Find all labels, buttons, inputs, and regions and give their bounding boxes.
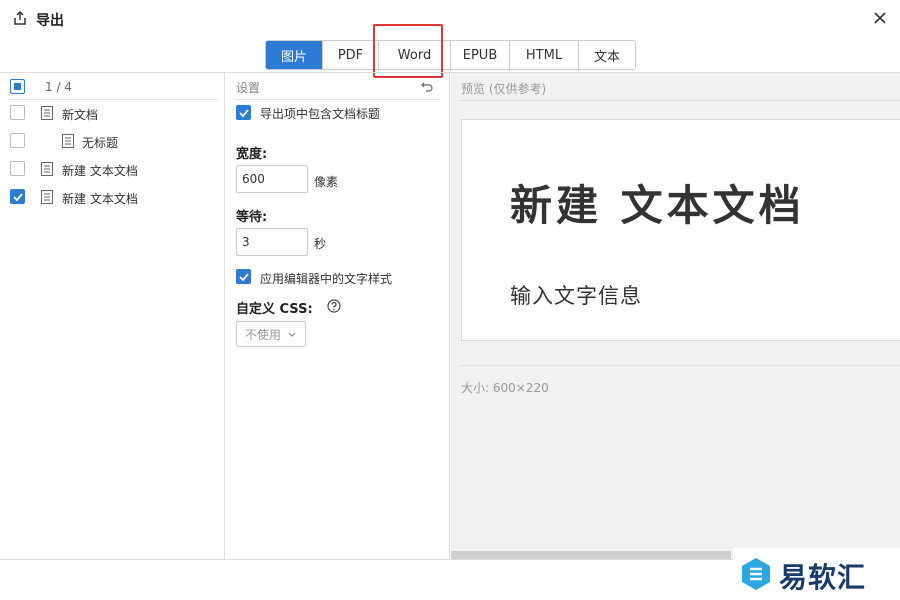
editor-style-checkbox[interactable] [236, 269, 251, 284]
format-tabs: 图片 PDF Word EPUB HTML 文本 [265, 40, 636, 70]
help-icon[interactable] [327, 299, 341, 313]
dialog-title: 导出 [36, 13, 64, 29]
brand-logo-icon [742, 558, 770, 590]
tab-text[interactable]: 文本 [579, 41, 635, 69]
list-item[interactable]: 新建 文本文档 [0, 186, 220, 208]
settings-divider [236, 99, 441, 100]
custom-css-label: 自定义 CSS: [236, 302, 313, 317]
tab-pdf[interactable]: PDF [323, 41, 379, 69]
document-icon [41, 190, 53, 204]
preview-panel: 预览 (仅供参考) 新建 文本文档 输入文字信息 大小: 600×220 [451, 73, 900, 559]
preview-divider [459, 365, 900, 366]
item-label: 无标题 [82, 136, 119, 150]
item-checkbox[interactable] [10, 189, 25, 204]
include-title-checkbox[interactable] [236, 105, 251, 120]
custom-css-value: 不使用 [245, 327, 282, 342]
item-label: 新建 文本文档 [62, 192, 138, 206]
wait-label: 等待: [236, 210, 268, 225]
reset-icon[interactable] [420, 80, 434, 94]
close-icon[interactable] [871, 9, 889, 27]
check-icon [13, 193, 23, 202]
check-icon [239, 109, 249, 118]
document-icon [41, 162, 53, 176]
preview-size: 大小: 600×220 [461, 381, 549, 395]
width-input[interactable] [236, 165, 308, 193]
tab-epub[interactable]: EPUB [451, 41, 510, 69]
select-all-checkbox[interactable] [10, 79, 25, 94]
item-checkbox[interactable] [10, 161, 25, 176]
custom-css-select[interactable]: 不使用 [236, 321, 306, 347]
list-divider [8, 99, 218, 100]
item-checkbox[interactable] [10, 105, 25, 120]
wait-input[interactable] [236, 228, 308, 256]
item-checkbox[interactable] [10, 133, 25, 148]
settings-panel: 设置 导出项中包含文档标题 宽度: 像素 等待: 秒 应用编辑器中的文字样式 自… [226, 73, 450, 559]
dialog-header: 导出 [0, 0, 900, 36]
export-icon [14, 10, 26, 25]
watermark-text: 易软汇 [779, 561, 867, 594]
select-all-row: 1 / 4 [0, 76, 220, 98]
include-title-label: 导出项中包含文档标题 [260, 107, 381, 121]
list-item[interactable]: 无标题 [0, 130, 220, 152]
tab-word[interactable]: Word [379, 41, 451, 69]
selection-count: 1 / 4 [45, 80, 72, 94]
preview-heading: 新建 文本文档 [510, 181, 805, 230]
item-label: 新建 文本文档 [62, 164, 138, 178]
preview-divider [459, 100, 900, 101]
width-label: 宽度: [236, 147, 268, 162]
editor-style-label: 应用编辑器中的文字样式 [260, 272, 393, 286]
preview-body: 输入文字信息 [510, 284, 642, 308]
item-label: 新文档 [62, 108, 99, 122]
preview-image: 新建 文本文档 输入文字信息 [461, 119, 900, 341]
watermark: 易软汇 [733, 548, 900, 600]
wait-unit: 秒 [314, 237, 327, 251]
list-item[interactable]: 新建 文本文档 [0, 158, 220, 180]
tab-html[interactable]: HTML [510, 41, 579, 69]
chevron-down-icon [288, 332, 296, 337]
document-icon [62, 134, 74, 148]
width-unit: 像素 [314, 175, 339, 189]
preview-title: 预览 (仅供参考) [461, 82, 547, 96]
document-icon [41, 106, 53, 120]
document-list-panel: 1 / 4 新文档 无标题 新建 文本文档 新建 文本文档 [0, 73, 225, 559]
list-item[interactable]: 新文档 [0, 102, 220, 124]
horizontal-scrollbar[interactable] [451, 551, 731, 559]
check-icon [239, 273, 249, 282]
tab-image[interactable]: 图片 [266, 41, 323, 69]
settings-title: 设置 [236, 81, 261, 95]
